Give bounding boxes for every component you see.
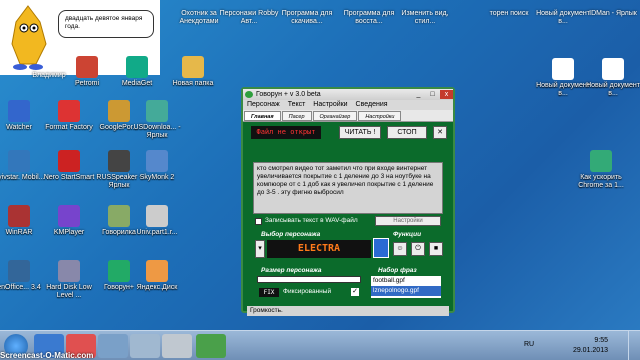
volume-label: Громкость. bbox=[250, 307, 283, 314]
speech-bubble: двадцать девятое января года. bbox=[58, 10, 154, 38]
watermark: Screencast-O-Matic.com bbox=[0, 351, 94, 360]
menu-item-text[interactable]: Текст bbox=[288, 101, 306, 108]
desktop-icon[interactable]: Новый документ в... bbox=[582, 58, 640, 98]
desktop-icon[interactable]: Новая папка bbox=[162, 56, 224, 88]
char-scroll-button[interactable]: ▾ bbox=[255, 240, 265, 258]
app-icon bbox=[76, 56, 98, 78]
file-status-display: Файл не открыт bbox=[251, 126, 321, 139]
app-icon bbox=[126, 56, 148, 78]
lang-indicator[interactable]: RU bbox=[524, 341, 534, 348]
desktop-icon-label: MediaGet bbox=[121, 80, 153, 87]
govorun-taskbar-icon[interactable] bbox=[196, 334, 226, 358]
clock[interactable]: 9:55 29.01.2013 bbox=[573, 336, 608, 356]
taskbar: RU 9:55 29.01.2013 bbox=[0, 330, 640, 360]
clock-date: 29.01.2013 bbox=[572, 347, 608, 354]
read-button[interactable]: ЧИТАТЬ ! bbox=[339, 126, 381, 139]
app-icon bbox=[8, 150, 30, 172]
functions-label: Функции bbox=[393, 231, 422, 238]
character-preview-icon bbox=[373, 238, 389, 258]
char-select-label: Выбор персонажа bbox=[261, 231, 321, 238]
text-input-area[interactable]: кто смотрел видео тот заметил что при вх… bbox=[253, 162, 443, 214]
size-label: Размер персонажа bbox=[261, 267, 322, 274]
phrase-item-selected[interactable]: lznepolnogo.gpf bbox=[371, 286, 441, 296]
character-name-display: ELECTRA bbox=[267, 240, 371, 258]
app-icon bbox=[182, 56, 204, 78]
tab-strip: Главная Пасер Органайзер Настройки bbox=[243, 110, 453, 122]
app-icon bbox=[58, 100, 80, 122]
desktop-icon-label: Яндекс.Диск bbox=[136, 284, 178, 291]
desktop-icon[interactable]: Univ.part1.r... bbox=[126, 205, 188, 237]
app-icon bbox=[146, 205, 168, 227]
desktop-icon-label[interactable]: IDMan - Ярлык bbox=[582, 10, 640, 18]
maximize-button[interactable]: □ bbox=[426, 90, 439, 99]
desktop-icon-label: Univ.part1.r... bbox=[136, 229, 178, 236]
app-icon bbox=[8, 100, 30, 122]
app-icon bbox=[552, 58, 574, 80]
tab-main[interactable]: Главная bbox=[244, 110, 281, 121]
fixed-label: Фиксированный bbox=[283, 288, 332, 295]
app-icon bbox=[58, 260, 80, 282]
settings-button[interactable]: Настройки bbox=[375, 216, 441, 226]
desktop-icon-label: SkyMonk 2 bbox=[139, 174, 175, 181]
govorun-window[interactable]: Говорун + v 3.0 beta _ □ x Персонаж Текс… bbox=[241, 87, 455, 316]
phrases-list: football.gpf lznepolnogo.gpf bbox=[371, 276, 441, 298]
wav-checkbox[interactable] bbox=[255, 218, 262, 225]
window-titlebar[interactable]: Говорун + v 3.0 beta _ □ x bbox=[243, 89, 453, 100]
media-icon[interactable] bbox=[130, 334, 160, 358]
app-icon bbox=[146, 150, 168, 172]
clear-button[interactable]: ✕ bbox=[433, 126, 447, 139]
app-icon bbox=[146, 260, 168, 282]
phrase-item[interactable]: football.gpf bbox=[371, 276, 441, 286]
tab-parser[interactable]: Пасер bbox=[281, 110, 312, 121]
fix-button[interactable]: FIX bbox=[259, 288, 279, 297]
size-slider[interactable] bbox=[257, 276, 361, 283]
desktop-icon-label[interactable]: Программа для скачива... bbox=[276, 10, 338, 26]
power-function-icon[interactable]: ⏻ bbox=[411, 242, 425, 256]
explorer-icon[interactable] bbox=[98, 334, 128, 358]
window-title: Говорун + v 3.0 beta bbox=[256, 91, 321, 98]
desktop-icon-label[interactable]: Изменить вид, стил... bbox=[394, 10, 456, 26]
volume-bar[interactable]: Громкость. bbox=[247, 306, 449, 316]
menu-item-character[interactable]: Персонаж bbox=[247, 101, 280, 108]
desktop-icon[interactable]: MediaGet bbox=[106, 56, 168, 88]
app-icon bbox=[8, 205, 30, 227]
app-icon bbox=[590, 150, 612, 172]
menu-bar: Персонаж Текст Настройки Сведения bbox=[243, 100, 453, 110]
app-icon bbox=[58, 150, 80, 172]
desktop-icon[interactable]: Яндекс.Диск bbox=[126, 260, 188, 292]
desktop-icon-label[interactable]: Персонажи Robby Авт... bbox=[218, 10, 280, 26]
app-icon bbox=[602, 58, 624, 80]
phrases-label: Набор фраз bbox=[378, 267, 417, 274]
record-function-icon[interactable]: ■ bbox=[429, 242, 443, 256]
hedgehog-character-icon bbox=[11, 5, 47, 70]
close-window-button[interactable]: x bbox=[440, 90, 453, 99]
recorder-icon[interactable] bbox=[162, 334, 192, 358]
desktop-icon-label[interactable]: Программа для восста... bbox=[338, 10, 400, 26]
app-icon bbox=[146, 100, 168, 122]
app-icon bbox=[58, 205, 80, 227]
clock-time: 9:55 bbox=[594, 337, 608, 344]
menu-item-info[interactable]: Сведения bbox=[356, 101, 388, 108]
desktop-icon[interactable]: USDownloa... - Ярлык bbox=[126, 100, 188, 140]
smile-function-icon[interactable]: ☺ bbox=[393, 242, 407, 256]
app-icon bbox=[8, 260, 30, 282]
show-desktop-button[interactable] bbox=[628, 331, 640, 360]
fixed-checkbox[interactable]: ✓ bbox=[351, 288, 359, 296]
app-logo-icon bbox=[245, 91, 253, 98]
menu-item-settings[interactable]: Настройки bbox=[313, 101, 347, 108]
desktop-icon-label: Новая папка bbox=[172, 80, 214, 87]
tab-settings[interactable]: Настройки bbox=[358, 110, 402, 121]
desktop-icon-label[interactable]: торен поиск bbox=[478, 10, 540, 18]
minimize-button[interactable]: _ bbox=[412, 90, 425, 99]
desktop-icon-label: USDownloa... - Ярлык bbox=[133, 124, 181, 139]
wav-label: Записывать текст в WAV-файл bbox=[265, 217, 358, 224]
desktop-icon[interactable]: Как ускорить Chrome за 1... bbox=[570, 150, 632, 190]
desktop-icon-label: Как ускорить Chrome за 1... bbox=[578, 174, 624, 189]
stop-button[interactable]: СТОП bbox=[387, 126, 427, 139]
desktop-icon-label: Новый документ в... bbox=[586, 82, 640, 97]
tab-organizer[interactable]: Органайзер bbox=[312, 110, 358, 121]
desktop-icon[interactable]: SkyMonk 2 bbox=[126, 150, 188, 182]
